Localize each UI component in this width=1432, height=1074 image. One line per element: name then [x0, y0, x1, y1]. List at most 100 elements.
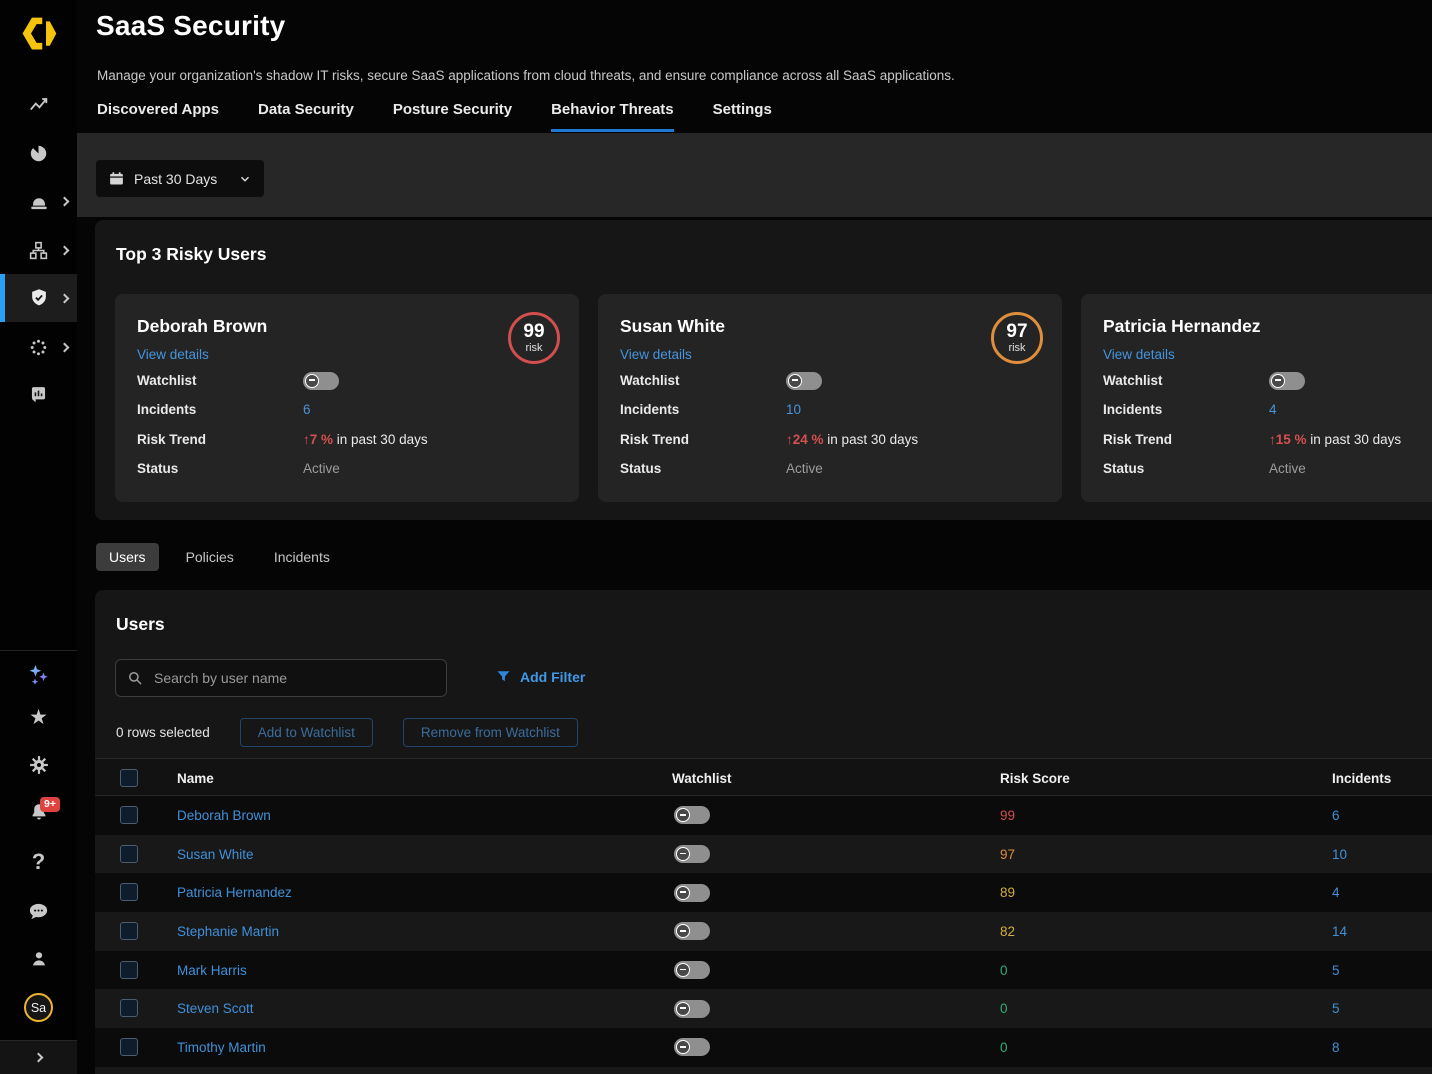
view-details-link[interactable]: View details	[1103, 347, 1175, 362]
sidebar-item-ai-copilot[interactable]	[0, 650, 77, 698]
row-checkbox[interactable]	[120, 961, 138, 979]
incidents-label: Incidents	[620, 402, 786, 417]
search-icon	[126, 669, 144, 687]
chevron-right-icon	[60, 293, 70, 303]
sidebar-expand-bar[interactable]	[0, 1040, 77, 1074]
tab-discovered-apps[interactable]: Discovered Apps	[97, 101, 219, 132]
risk-score-unit: risk	[1008, 343, 1025, 354]
time-range-value: Past 30 Days	[134, 171, 229, 187]
user-name-link[interactable]: Steven Scott	[177, 989, 254, 1028]
user-name-link[interactable]: Patricia Hernandez	[177, 873, 292, 912]
status-label: Status	[1103, 461, 1269, 476]
watchlist-toggle[interactable]	[674, 806, 710, 824]
remove-from-watchlist-button[interactable]: Remove from Watchlist	[403, 718, 578, 747]
watchlist-toggle[interactable]	[674, 1000, 710, 1018]
account-avatar[interactable]: Sa	[24, 993, 53, 1022]
view-tab-policies[interactable]: Policies	[173, 543, 247, 571]
row-checkbox[interactable]	[120, 922, 138, 940]
tab-posture-security[interactable]: Posture Security	[393, 101, 512, 132]
ai-sparkles-icon	[27, 663, 51, 687]
main-content: SaaS Security Manage your organization's…	[77, 0, 1432, 1074]
user-icon	[28, 948, 50, 970]
palo-alto-networks-logo-icon[interactable]	[16, 11, 61, 56]
watchlist-toggle[interactable]	[674, 961, 710, 979]
risk-score-cell: 0	[1000, 1028, 1008, 1067]
time-range-dropdown[interactable]: Past 30 Days	[96, 160, 264, 197]
gauge-icon	[28, 143, 49, 164]
chevron-down-icon	[238, 172, 252, 186]
incidents-link[interactable]: 4	[1332, 873, 1340, 912]
status-value: Active	[1269, 461, 1306, 476]
page-description: Manage your organization's shadow IT ris…	[97, 68, 955, 83]
risk-trend-value: ↑15 % in past 30 days	[1269, 432, 1401, 447]
sidebar-item-settings[interactable]	[0, 741, 77, 789]
watchlist-toggle[interactable]	[674, 845, 710, 863]
toggle-knob	[676, 808, 690, 822]
incidents-link[interactable]: 14	[1332, 912, 1347, 951]
user-name-link[interactable]: Mark Harris	[177, 951, 247, 990]
trend-percent: 7 %	[310, 432, 333, 447]
sidebar-item-favorites[interactable]: ★	[0, 693, 77, 741]
watchlist-toggle[interactable]	[1269, 372, 1305, 390]
sidebar-item-help[interactable]: ?	[0, 838, 77, 886]
view-details-link[interactable]: View details	[620, 347, 692, 362]
user-name-link[interactable]: Stephanie Martin	[177, 912, 279, 951]
status-value: Active	[303, 461, 340, 476]
incidents-link[interactable]: 5	[1332, 951, 1340, 990]
incidents-link[interactable]: 8	[1332, 1028, 1340, 1067]
view-tab-incidents[interactable]: Incidents	[261, 543, 343, 571]
watchlist-toggle[interactable]	[674, 884, 710, 902]
trend-up-arrow-icon: ↑	[1269, 432, 1276, 447]
incidents-count-link[interactable]: 6	[303, 402, 311, 417]
page-title: SaaS Security	[96, 10, 285, 42]
search-input[interactable]	[152, 669, 436, 687]
select-all-checkbox[interactable]	[120, 769, 138, 787]
row-checkbox[interactable]	[120, 806, 138, 824]
user-name: Deborah Brown	[137, 316, 267, 337]
sidebar-item-network[interactable]	[0, 226, 77, 274]
report-icon	[28, 384, 49, 405]
watchlist-toggle[interactable]	[674, 922, 710, 940]
view-tab-users[interactable]: Users	[96, 543, 159, 571]
sidebar-item-alerts[interactable]	[0, 177, 77, 225]
row-checkbox[interactable]	[120, 845, 138, 863]
sidebar-item-notifications[interactable]	[0, 788, 77, 836]
sidebar-item-reports[interactable]	[0, 370, 77, 418]
incidents-link[interactable]: 10	[1332, 835, 1347, 874]
sidebar-item-saas-security-active[interactable]	[0, 274, 77, 322]
row-checkbox[interactable]	[120, 999, 138, 1017]
tab-settings[interactable]: Settings	[713, 101, 772, 132]
tab-behavior-threats[interactable]: Behavior Threats	[551, 101, 674, 132]
activity-trend-icon	[28, 94, 50, 116]
sidebar-item-feedback[interactable]	[0, 887, 77, 935]
add-to-watchlist-button[interactable]: Add to Watchlist	[240, 718, 373, 747]
sidebar-item-apps[interactable]	[0, 323, 77, 371]
toggle-knob	[305, 374, 319, 388]
incidents-count-link[interactable]: 10	[786, 402, 801, 417]
expand-chevron-icon	[34, 1053, 44, 1063]
incidents-link[interactable]: 5	[1332, 989, 1340, 1028]
toggle-knob	[676, 924, 690, 938]
view-details-link[interactable]: View details	[137, 347, 209, 362]
row-checkbox[interactable]	[120, 883, 138, 901]
sidebar-item-dashboard[interactable]	[0, 129, 77, 177]
watchlist-toggle[interactable]	[303, 372, 339, 390]
incidents-count-link[interactable]: 4	[1269, 402, 1277, 417]
row-checkbox[interactable]	[120, 1038, 138, 1056]
filter-band: Past 30 Days	[77, 133, 1432, 217]
incidents-label: Incidents	[137, 402, 303, 417]
incidents-link[interactable]: 6	[1332, 796, 1340, 835]
tab-data-security[interactable]: Data Security	[258, 101, 354, 132]
watchlist-toggle[interactable]	[786, 372, 822, 390]
user-name-link[interactable]: Deborah Brown	[177, 796, 271, 835]
filter-funnel-icon	[495, 668, 512, 685]
watchlist-toggle[interactable]	[674, 1038, 710, 1056]
table-row: Steven Scott 0 5	[95, 989, 1432, 1028]
trend-up-arrow-icon: ↑	[303, 432, 310, 447]
trend-suffix: in past 30 days	[337, 432, 428, 447]
user-name-link[interactable]: Timothy Martin	[177, 1028, 266, 1067]
sidebar-item-user[interactable]	[0, 935, 77, 983]
user-name-link[interactable]: Susan White	[177, 835, 254, 874]
add-filter-button[interactable]: Add Filter	[495, 668, 585, 685]
sidebar-item-activity[interactable]	[0, 81, 77, 129]
